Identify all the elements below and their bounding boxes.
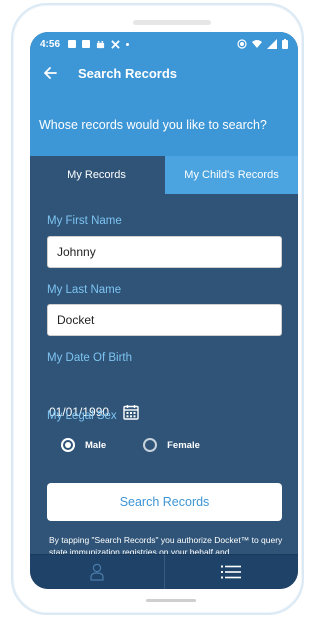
more-notifications-icon [126, 42, 130, 46]
calendar-notification-icon [82, 40, 91, 48]
calendar-icon[interactable] [123, 404, 139, 420]
tools-notification-icon [111, 39, 120, 49]
tab-my-childs-records[interactable]: My Child's Records [163, 156, 298, 194]
legal-sex-label: My Legal Sex [47, 410, 117, 422]
last-name-label: My Last Name [47, 284, 122, 296]
bottom-navigation [30, 554, 298, 589]
android-notification-icon [96, 40, 105, 48]
date-of-birth-label: My Date Of Birth [47, 352, 132, 364]
system-icons [237, 39, 288, 49]
legal-sex-radio-group: Male Female [61, 438, 200, 452]
signal-icon [267, 39, 277, 49]
record-tabs: My Records My Child's Records [30, 156, 298, 194]
search-records-button[interactable]: Search Records [47, 483, 282, 521]
arrow-left-icon[interactable] [38, 61, 62, 85]
radio-label: Female [167, 439, 200, 451]
radio-female[interactable]: Female [143, 438, 200, 452]
tab-label: My Child's Records [184, 169, 279, 181]
first-name-field[interactable] [47, 236, 282, 268]
tab-my-records[interactable]: My Records [30, 156, 163, 194]
phone-speaker [133, 20, 211, 25]
status-bar: 4:56 [30, 32, 298, 56]
search-prompt: Whose records would you like to search? [39, 118, 267, 132]
notification-icons [68, 39, 130, 49]
first-name-label: My First Name [47, 215, 122, 227]
wifi-icon [252, 40, 262, 48]
radio-label: Male [85, 439, 107, 451]
app-screen: 4:56 Search Records Whose records would … [30, 32, 298, 589]
tab-label: My Records [67, 169, 126, 181]
status-time: 4:56 [40, 38, 61, 50]
last-name-field[interactable] [47, 304, 282, 336]
search-prompt-section: Whose records would you like to search? [30, 90, 298, 156]
list-icon [221, 565, 242, 579]
nav-records-list[interactable] [163, 555, 299, 589]
image-notification-icon [68, 40, 77, 48]
hotspot-icon [237, 39, 247, 49]
radio-unchecked-icon[interactable] [143, 438, 158, 452]
home-indicator [146, 599, 196, 602]
battery-icon [282, 39, 288, 49]
radio-checked-icon[interactable] [61, 438, 75, 452]
person-icon [90, 563, 104, 581]
radio-male[interactable]: Male [61, 438, 106, 452]
page-title: Search Records [78, 65, 177, 81]
nav-profile[interactable] [30, 555, 164, 589]
app-bar: Search Records [30, 56, 298, 90]
